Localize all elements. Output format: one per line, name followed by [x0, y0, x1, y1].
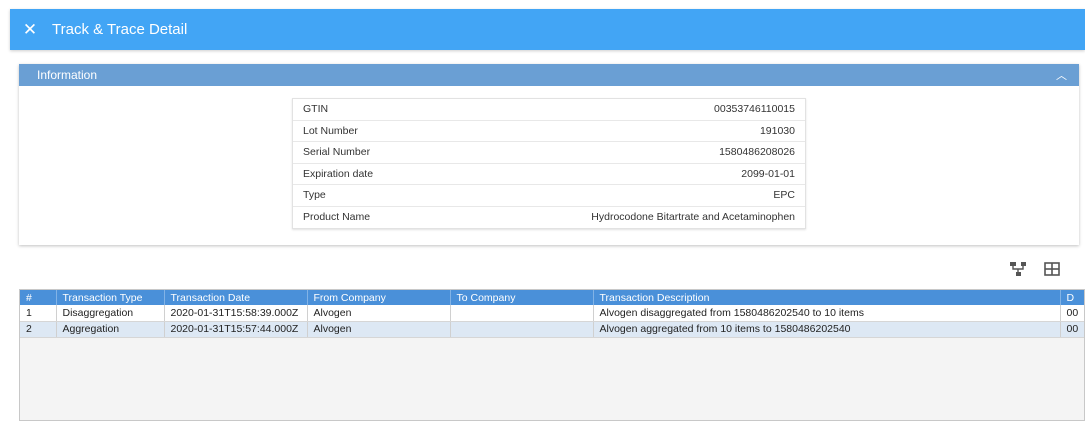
table-row[interactable]: 2 Aggregation 2020-01-31T15:57:44.000Z A…: [20, 321, 1084, 338]
table-cell: Alvogen disaggregated from 1580486202540…: [593, 305, 1061, 322]
column-header-index[interactable]: #: [20, 290, 57, 305]
info-value: 1580486208026: [719, 146, 795, 159]
info-table: GTIN 00353746110015 Lot Number 191030 Seri…: [292, 98, 806, 229]
hierarchy-icon[interactable]: [1010, 261, 1026, 277]
info-row-product-name: Product Name Hydrocodone Bitartrate and A…: [293, 207, 805, 229]
transactions-grid: # Transaction Type Transaction Date From…: [19, 289, 1085, 421]
transactions-table: # Transaction Type Transaction Date From…: [20, 290, 1084, 338]
table-row[interactable]: 1 Disaggregation 2020-01-31T15:58:39.000…: [20, 305, 1084, 322]
info-row-type: Type EPC: [293, 185, 805, 207]
table-cell: Disaggregation: [56, 305, 165, 322]
table-cell: Alvogen: [307, 305, 451, 322]
column-header-to-company[interactable]: To Company: [450, 290, 594, 305]
title-bar: ✕ Track & Trace Detail: [10, 9, 1085, 50]
column-header-transaction-description[interactable]: Transaction Description: [593, 290, 1061, 305]
close-icon[interactable]: ✕: [10, 20, 50, 40]
info-value: 191030: [759, 124, 795, 137]
column-header-transaction-type[interactable]: Transaction Type: [56, 290, 165, 305]
table-header-row: # Transaction Type Transaction Date From…: [20, 290, 1084, 305]
column-header-d[interactable]: D: [1060, 290, 1084, 305]
table-cell: 00: [1060, 321, 1084, 338]
info-value: 00353746110015: [714, 103, 795, 116]
table-cell: 2: [20, 321, 57, 338]
information-panel: Information ︿ GTIN 00353746110015 Lot Num…: [19, 64, 1079, 245]
info-value: 2099-01-01: [741, 167, 795, 180]
info-label: Serial Number: [303, 146, 371, 159]
table-cell: [450, 305, 594, 322]
table-cell: Alvogen aggregated from 10 items to 1580…: [593, 321, 1061, 338]
grid-toolbar: [1010, 261, 1060, 277]
info-label: Type: [303, 189, 326, 202]
table-cell: [450, 321, 594, 338]
panel-title: Information: [37, 68, 98, 82]
info-label: Product Name: [303, 211, 371, 224]
table-cell: Aggregation: [56, 321, 165, 338]
information-panel-header[interactable]: Information ︿: [19, 64, 1079, 86]
info-row-expiration-date: Expiration date 2099-01-01: [293, 164, 805, 185]
info-value: Hydrocodone Bitartrate and Acetaminophen: [591, 211, 795, 224]
info-value: EPC: [773, 189, 795, 202]
table-cell: Alvogen: [307, 321, 451, 338]
table-cell: 2020-01-31T15:57:44.000Z: [164, 321, 308, 338]
table-cell: 00: [1060, 305, 1084, 322]
column-header-from-company[interactable]: From Company: [307, 290, 451, 305]
info-label: GTIN: [303, 103, 329, 116]
table-cell: 2020-01-31T15:58:39.000Z: [164, 305, 308, 322]
table-cell: 1: [20, 305, 57, 322]
column-header-transaction-date[interactable]: Transaction Date: [164, 290, 308, 305]
info-row-serial-number: Serial Number 1580486208026: [293, 142, 805, 164]
grid-icon[interactable]: [1044, 261, 1060, 277]
chevron-up-icon[interactable]: ︿: [1056, 67, 1067, 83]
info-row-gtin: GTIN 00353746110015: [293, 99, 805, 121]
info-label: Lot Number: [303, 124, 358, 137]
info-label: Expiration date: [303, 167, 374, 180]
page-title: Track & Trace Detail: [52, 21, 188, 38]
info-row-lot-number: Lot Number 191030: [293, 121, 805, 142]
